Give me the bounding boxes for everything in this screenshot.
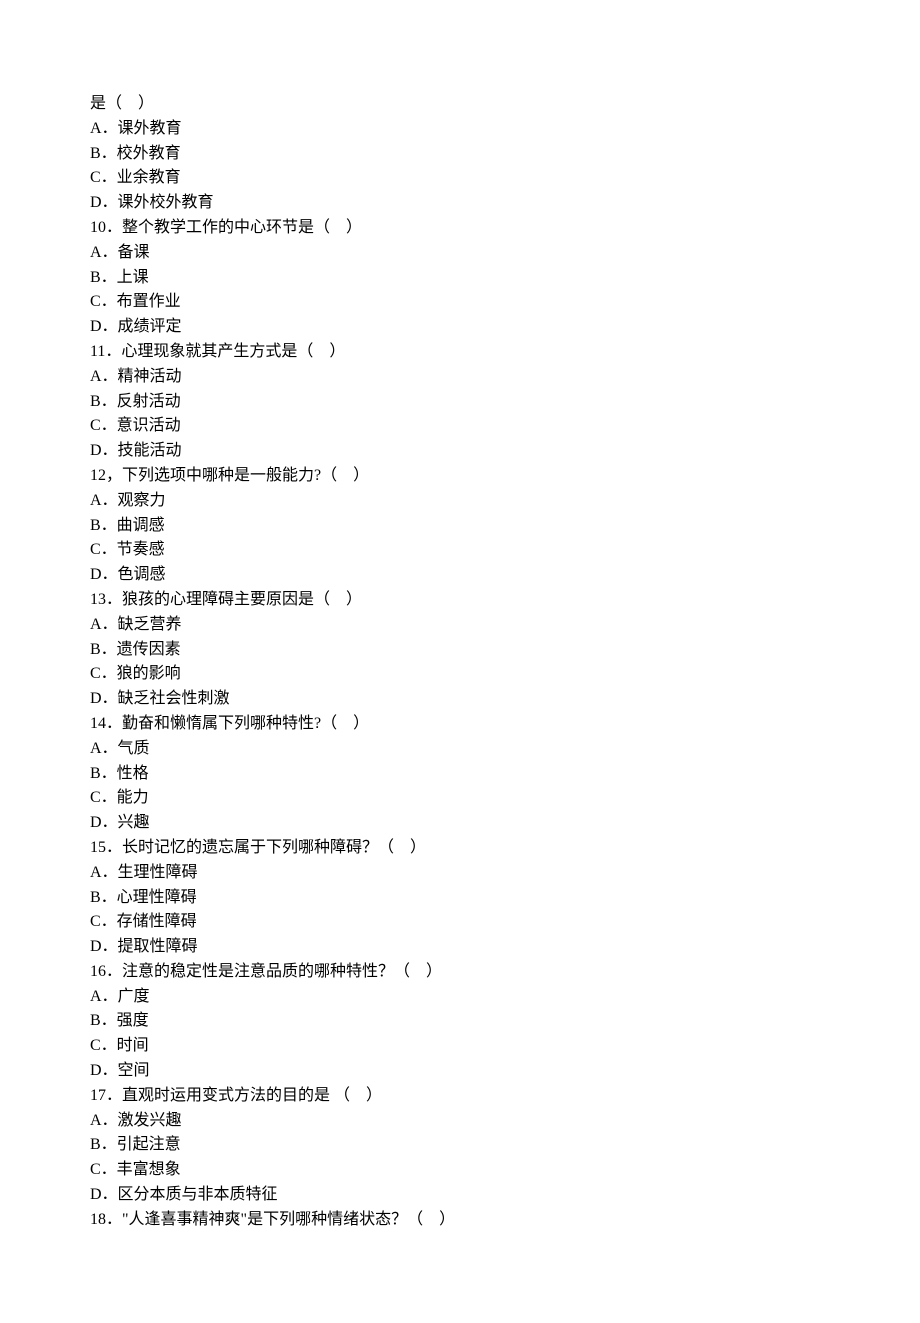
text-line: D．技能活动 — [90, 439, 830, 464]
text-line: A．缺乏营养 — [90, 613, 830, 638]
text-line: B．校外教育 — [90, 142, 830, 167]
text-line: A．激发兴趣 — [90, 1109, 830, 1134]
text-line: D．成绩评定 — [90, 315, 830, 340]
text-line: B．心理性障碍 — [90, 886, 830, 911]
text-line: A．生理性障碍 — [90, 861, 830, 886]
text-line: 16．注意的稳定性是注意品质的哪种特性？（ ） — [90, 960, 830, 985]
text-line: C．节奏感 — [90, 538, 830, 563]
text-line: A．广度 — [90, 985, 830, 1010]
text-line: 17．直观时运用变式方法的目的是 （ ） — [90, 1084, 830, 1109]
text-line: B．反射活动 — [90, 390, 830, 415]
text-line: 13．狼孩的心理障碍主要原因是（ ） — [90, 588, 830, 613]
text-line: C．丰富想象 — [90, 1158, 830, 1183]
text-line: B．性格 — [90, 762, 830, 787]
text-line: A．精神活动 — [90, 365, 830, 390]
text-line: C．意识活动 — [90, 414, 830, 439]
text-line: 12，下列选项中哪种是一般能力?（ ） — [90, 464, 830, 489]
text-line: 18．"人逢喜事精神爽"是下列哪种情绪状态？（ ） — [90, 1208, 830, 1233]
text-line: B．引起注意 — [90, 1133, 830, 1158]
text-line: D．缺乏社会性刺激 — [90, 687, 830, 712]
text-line: 14．勤奋和懒惰属下列哪种特性?（ ） — [90, 712, 830, 737]
text-line: B．上课 — [90, 266, 830, 291]
text-line: 15．长时记忆的遗忘属于下列哪种障碍？（ ） — [90, 836, 830, 861]
text-line: C．布置作业 — [90, 290, 830, 315]
text-line: 是（ ） — [90, 92, 830, 117]
text-line: C．狼的影响 — [90, 662, 830, 687]
text-line: C．能力 — [90, 786, 830, 811]
text-line: D．提取性障碍 — [90, 935, 830, 960]
text-line: 10．整个教学工作的中心环节是（ ） — [90, 216, 830, 241]
text-line: A．课外教育 — [90, 117, 830, 142]
text-line: C．业余教育 — [90, 166, 830, 191]
text-line: C．时间 — [90, 1034, 830, 1059]
text-line: D．空间 — [90, 1059, 830, 1084]
text-line: A．观察力 — [90, 489, 830, 514]
text-line: D．兴趣 — [90, 811, 830, 836]
text-line: D．色调感 — [90, 563, 830, 588]
exam-page: 是（ ） A．课外教育 B．校外教育 C．业余教育 D．课外校外教育 10．整个… — [0, 0, 920, 1323]
text-line: B．曲调感 — [90, 514, 830, 539]
text-line: B．遗传因素 — [90, 638, 830, 663]
text-line: B．强度 — [90, 1009, 830, 1034]
text-line: D．区分本质与非本质特征 — [90, 1183, 830, 1208]
text-line: C．存储性障碍 — [90, 910, 830, 935]
text-line: A．备课 — [90, 241, 830, 266]
text-line: 11．心理现象就其产生方式是（ ） — [90, 340, 830, 365]
text-line: D．课外校外教育 — [90, 191, 830, 216]
text-line: A．气质 — [90, 737, 830, 762]
